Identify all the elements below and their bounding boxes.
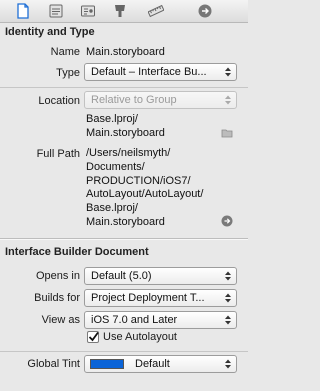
ib-document-header: Interface Builder Document (5, 246, 149, 258)
file-inspector-icon[interactable] (15, 3, 31, 19)
fullpath-line: /Users/neilsmyth/ (86, 147, 171, 159)
popup-arrows-icon (224, 292, 232, 304)
builds-for-popup-value: Project Deployment T... (91, 292, 205, 304)
fullpath-label: Full Path (36, 148, 80, 160)
identity-divider (0, 87, 248, 88)
builds-for-label: Builds for (34, 292, 80, 304)
checkmark-icon (88, 331, 99, 342)
identity-inspector-icon[interactable] (80, 3, 96, 19)
view-as-label: View as (41, 314, 80, 326)
connections-inspector-icon[interactable] (197, 3, 213, 19)
type-popup[interactable]: Default – Interface Bu... (84, 63, 237, 81)
popup-arrows-icon (224, 314, 232, 326)
location-file-line: Base.lproj/ (86, 113, 138, 125)
popup-arrows-icon (224, 270, 232, 282)
builds-for-popup[interactable]: Project Deployment T... (84, 289, 237, 307)
reveal-in-finder-icon[interactable] (221, 215, 233, 227)
opens-in-popup[interactable]: Default (5.0) (84, 267, 237, 285)
type-label: Type (56, 67, 80, 79)
size-inspector-icon[interactable] (148, 3, 164, 19)
quick-help-icon[interactable] (48, 3, 64, 19)
global-tint-label: Global Tint (27, 358, 80, 370)
fullpath-line: Base.lproj/ (86, 202, 138, 215)
fullpath-line: AutoLayout/AutoLayout/ (86, 188, 204, 201)
name-label: Name (50, 46, 80, 58)
attributes-inspector-icon[interactable] (112, 3, 128, 19)
location-file-path: Base.lproj/ Main.storyboard (86, 113, 165, 141)
opens-in-popup-value: Default (5.0) (91, 270, 152, 282)
fullpath-line: PRODUCTION/iOS7/ (86, 174, 191, 187)
location-popup[interactable]: Relative to Group (84, 91, 237, 109)
opens-in-label: Opens in (35, 270, 80, 282)
tint-color-swatch[interactable] (90, 359, 124, 369)
popup-arrows-icon (224, 66, 232, 78)
location-popup-value: Relative to Group (91, 94, 177, 106)
fullpath-value: /Users/neilsmyth/ Documents/ PRODUCTION/… (86, 147, 203, 230)
inspector-toolbar (0, 0, 248, 23)
fullpath-line: Documents/ (86, 160, 145, 173)
view-as-popup[interactable]: iOS 7.0 and Later (84, 311, 237, 329)
use-autolayout-label: Use Autolayout (103, 331, 177, 343)
use-autolayout-checkbox[interactable] (87, 331, 99, 343)
popup-arrows-icon (224, 94, 232, 106)
identity-type-header: Identity and Type (5, 26, 95, 38)
view-as-popup-value: iOS 7.0 and Later (91, 314, 178, 326)
popup-arrows-icon (224, 358, 232, 370)
name-value: Main.storyboard (86, 46, 165, 58)
section-divider (0, 238, 248, 240)
tint-divider (0, 351, 248, 352)
folder-icon[interactable] (221, 127, 233, 139)
location-label: Location (38, 95, 80, 107)
fullpath-line: Main.storyboard (86, 215, 165, 228)
location-file-line: Main.storyboard (86, 126, 165, 139)
type-popup-value: Default – Interface Bu... (91, 66, 207, 78)
